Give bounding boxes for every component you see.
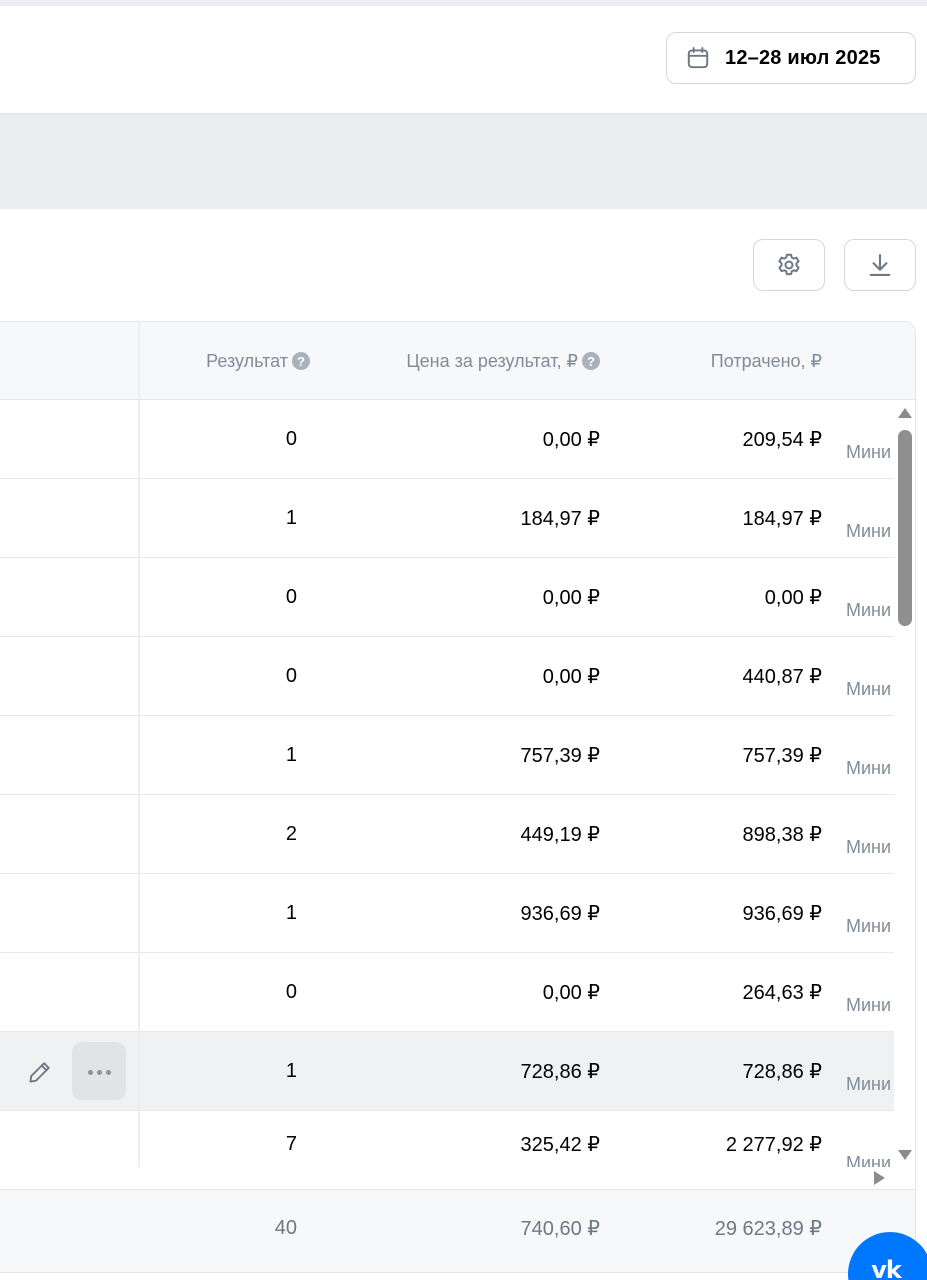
cell-extra: Мини xyxy=(846,521,892,541)
column-header-spent[interactable]: Потрачено, ₽ xyxy=(620,322,822,400)
cell-price: 728,86 ₽ xyxy=(520,1061,600,1083)
cell-spent: 0,00 ₽ xyxy=(764,587,822,609)
row-actions xyxy=(20,1042,126,1100)
cell-result: 1 xyxy=(285,902,297,924)
vertical-scrollbar[interactable] xyxy=(894,400,915,1167)
cell-extra: Мини xyxy=(846,600,892,620)
table-row[interactable]: 0 0,00 ₽ 0,00 ₽ Мини xyxy=(0,558,894,637)
column-header-spent-label: Потрачено, ₽ xyxy=(710,350,822,371)
cell-price: 0,00 ₽ xyxy=(542,429,600,451)
table-row[interactable]: 1 184,97 ₽ 184,97 ₽ Мини xyxy=(0,479,894,558)
cell-price: 184,97 ₽ xyxy=(520,508,600,530)
cell-spent: 209,54 ₽ xyxy=(742,429,822,451)
table-row[interactable]: 1 936,69 ₽ 936,69 ₽ Мини xyxy=(0,874,894,953)
cell-extra: Мини xyxy=(846,1153,892,1167)
cell-extra: Мини xyxy=(846,679,892,699)
cell-result: 1 xyxy=(285,744,297,766)
cell-spent: 936,69 ₽ xyxy=(742,903,822,925)
column-header-result-label: Результат xyxy=(206,350,288,371)
cell-extra: Мини xyxy=(846,995,892,1015)
cell-price: 0,00 ₽ xyxy=(542,666,600,688)
total-price: 740,60 ₽ xyxy=(520,1217,600,1240)
calendar-icon xyxy=(687,47,709,69)
horizontal-scrollbar[interactable] xyxy=(0,1167,894,1189)
cell-result: 1 xyxy=(285,1060,297,1082)
download-button[interactable] xyxy=(844,239,916,291)
cell-price: 325,42 ₽ xyxy=(520,1133,600,1156)
table-row[interactable]: 0 0,00 ₽ 209,54 ₽ Мини xyxy=(0,400,894,479)
scroll-up-arrow-icon[interactable] xyxy=(898,408,912,418)
table-row[interactable]: 0 0,00 ₽ 440,87 ₽ Мини xyxy=(0,637,894,716)
date-range-label: 12–28 июл 2025 xyxy=(725,46,881,69)
cell-price: 757,39 ₽ xyxy=(520,745,600,767)
cell-spent: 728,86 ₽ xyxy=(742,1061,822,1083)
pinned-column-divider xyxy=(138,322,140,1167)
cell-result: 0 xyxy=(285,586,297,608)
cell-extra: Мини xyxy=(846,758,892,778)
table-body: 0 0,00 ₽ 209,54 ₽ Мини 1 184,97 ₽ 184,97… xyxy=(0,400,894,1167)
cell-price: 0,00 ₽ xyxy=(542,587,600,609)
table-row[interactable]: 7 325,42 ₽ 2 277,92 ₽ Мини xyxy=(0,1111,894,1167)
cell-result: 2 xyxy=(285,823,297,845)
cell-extra: Мини xyxy=(846,916,892,936)
column-header-price-label: Цена за результат, ₽ xyxy=(406,350,578,371)
table-totals-row: 40 740,60 ₽ 29 623,89 ₽ xyxy=(0,1189,915,1272)
cell-price: 936,69 ₽ xyxy=(520,903,600,925)
scroll-right-arrow-icon[interactable] xyxy=(874,1171,885,1185)
vk-logo-icon: vk xyxy=(871,1256,902,1280)
cell-result: 1 xyxy=(285,507,297,529)
table-row[interactable]: 2 449,19 ₽ 898,38 ₽ Мини xyxy=(0,795,894,874)
cell-spent: 264,63 ₽ xyxy=(742,982,822,1004)
statistics-panel: Результат ? Цена за результат, ₽ ? Потра… xyxy=(0,209,927,1280)
more-dots-icon xyxy=(86,1062,113,1080)
cell-spent: 2 277,92 ₽ xyxy=(725,1133,822,1156)
cell-price: 0,00 ₽ xyxy=(542,982,600,1004)
help-icon[interactable]: ? xyxy=(292,352,310,370)
cell-result: 0 xyxy=(285,665,297,687)
cell-result: 0 xyxy=(285,981,297,1003)
cell-extra: Мини xyxy=(846,1074,892,1094)
cell-price: 449,19 ₽ xyxy=(520,824,600,846)
download-icon xyxy=(869,254,891,276)
column-header-result[interactable]: Результат ? xyxy=(200,322,310,400)
table-row[interactable]: 1 757,39 ₽ 757,39 ₽ Мини xyxy=(0,716,894,795)
date-range-button[interactable]: 12–28 июл 2025 xyxy=(666,32,916,84)
cell-spent: 184,97 ₽ xyxy=(742,508,822,530)
total-result: 40 xyxy=(274,1216,297,1239)
statistics-table: Результат ? Цена за результат, ₽ ? Потра… xyxy=(0,321,916,1273)
cell-result: 7 xyxy=(285,1132,297,1155)
column-header-price[interactable]: Цена за результат, ₽ ? xyxy=(360,322,600,400)
table-row[interactable]: 0 0,00 ₽ 264,63 ₽ Мини xyxy=(0,953,894,1032)
help-icon[interactable]: ? xyxy=(582,352,600,370)
table-settings-button[interactable] xyxy=(753,239,825,291)
cell-spent: 898,38 ₽ xyxy=(742,824,822,846)
cell-spent: 440,87 ₽ xyxy=(742,666,822,688)
cell-extra: Мини xyxy=(846,442,892,462)
cell-extra: Мини xyxy=(846,837,892,857)
table-row-hovered[interactable]: 1 728,86 ₽ 728,86 ₽ Мини xyxy=(0,1032,894,1111)
edit-button[interactable] xyxy=(20,1052,60,1092)
filter-band xyxy=(0,115,927,209)
pencil-icon xyxy=(29,1062,50,1083)
scroll-down-arrow-icon[interactable] xyxy=(898,1150,912,1160)
gear-icon xyxy=(778,253,800,276)
page-header: 12–28 июл 2025 xyxy=(0,6,927,114)
more-options-button[interactable] xyxy=(72,1042,126,1100)
cell-spent: 757,39 ₽ xyxy=(742,745,822,767)
vertical-scrollbar-thumb[interactable] xyxy=(898,430,912,626)
total-spent: 29 623,89 ₽ xyxy=(714,1217,822,1240)
cell-result: 0 xyxy=(285,428,297,450)
